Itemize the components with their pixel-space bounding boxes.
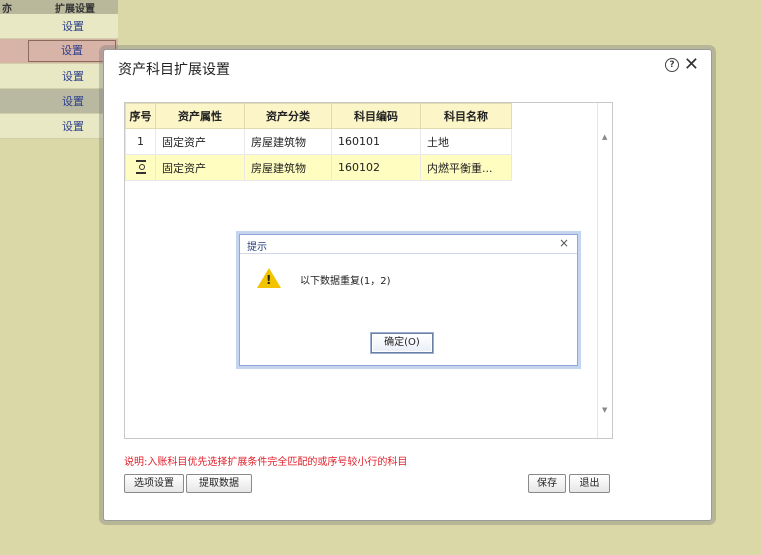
column-header-asset-category[interactable]: 资产分类 <box>244 103 332 129</box>
table-row[interactable]: 1 固定资产 房屋建筑物 160101 土地 <box>125 128 512 155</box>
cell-asset-category[interactable]: 房屋建筑物 <box>244 154 332 181</box>
close-icon[interactable]: ✕ <box>684 54 699 75</box>
message-title: 提示 <box>247 242 267 253</box>
background-list-header: 亦 扩展设置 <box>0 0 118 15</box>
column-header-index[interactable]: 序号 <box>125 103 156 129</box>
list-item[interactable]: 设置 <box>0 114 118 139</box>
cell-asset-attr[interactable]: 固定资产 <box>155 128 245 155</box>
question-circle-icon[interactable]: ? <box>665 58 679 72</box>
drag-handle-icon[interactable] <box>135 160 146 174</box>
instruction-note: 说明:入账科目优先选择扩展条件完全匹配的或序号较小行的科目 <box>124 457 408 468</box>
options-settings-button[interactable]: 选项设置 <box>124 474 184 493</box>
cell-account-name[interactable]: 内燃平衡重... <box>420 154 512 181</box>
list-item[interactable]: 设置 <box>0 89 118 114</box>
message-titlebar: 提示 × <box>240 235 577 253</box>
vertical-scrollbar[interactable]: ▲ ▼ <box>597 103 612 438</box>
alert-message-box: 提示 × ! 以下数据重复(1，2) 确定(O) <box>239 234 578 366</box>
ok-button[interactable]: 确定(O) <box>371 333 433 353</box>
save-button[interactable]: 保存 <box>528 474 566 493</box>
message-body: ! 以下数据重复(1，2) 确定(O) <box>240 253 577 365</box>
row-drag-handle[interactable] <box>125 154 156 181</box>
warning-icon: ! <box>257 268 281 288</box>
dialog-title: 资产科目扩展设置 <box>118 62 230 78</box>
column-header-asset-attr[interactable]: 资产属性 <box>155 103 245 129</box>
cell-account-name[interactable]: 土地 <box>420 128 512 155</box>
background-list: 亦 扩展设置 设置 设置 设置 设置 设置 <box>0 0 118 139</box>
list-item[interactable]: 设置 <box>0 39 118 64</box>
cell-asset-category[interactable]: 房屋建筑物 <box>244 128 332 155</box>
cell-account-code[interactable]: 160102 <box>331 154 421 181</box>
message-text: 以下数据重复(1，2) <box>300 276 391 287</box>
column-header-account-name[interactable]: 科目名称 <box>420 103 512 129</box>
exit-button[interactable]: 退出 <box>569 474 610 493</box>
close-icon[interactable]: × <box>559 236 569 250</box>
header-col-extend: 扩展设置 <box>55 4 95 15</box>
data-table: 序号 资产属性 资产分类 科目编码 科目名称 1 固定资产 房屋建筑物 1601… <box>125 103 512 181</box>
settings-link[interactable]: 设置 <box>28 18 118 34</box>
scroll-down-icon[interactable]: ▼ <box>602 406 607 414</box>
cell-index: 1 <box>125 128 156 155</box>
table-row[interactable]: 固定资产 房屋建筑物 160102 内燃平衡重... <box>125 154 512 181</box>
header-col-1: 亦 <box>2 4 12 15</box>
scroll-up-icon[interactable]: ▲ <box>602 133 607 141</box>
cell-asset-attr[interactable]: 固定资产 <box>155 154 245 181</box>
column-header-account-code[interactable]: 科目编码 <box>331 103 421 129</box>
fetch-data-button[interactable]: 提取数据 <box>186 474 252 493</box>
cell-account-code[interactable]: 160101 <box>331 128 421 155</box>
list-item[interactable]: 设置 <box>0 14 118 39</box>
list-item[interactable]: 设置 <box>0 64 118 89</box>
